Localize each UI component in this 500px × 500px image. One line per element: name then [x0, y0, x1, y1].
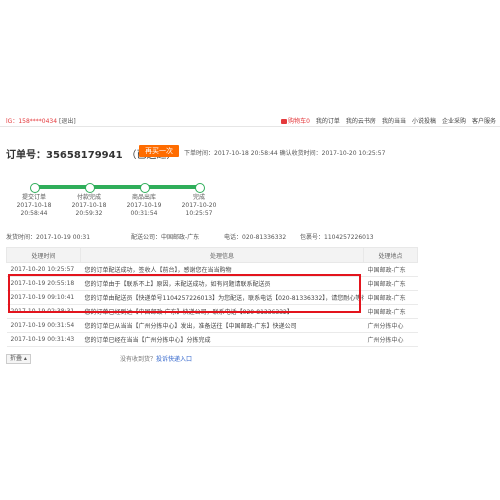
- progress-dot: [85, 183, 95, 193]
- step-time: 10:25:57: [185, 210, 213, 217]
- step-time: 20:58:44: [20, 210, 48, 217]
- row-place: 中国邮政-广东: [363, 262, 418, 277]
- step-date: 2017-10-18: [71, 202, 107, 209]
- confirm-time: 确认收货时间：2017-10-20 10:25:57: [279, 150, 386, 157]
- top-bar: lG：158****0434 [退出] 购物车0 我的订单 我的云书房 我的当当 …: [0, 112, 500, 127]
- top-nav: 购物车0 我的订单 我的云书房 我的当当 小说投稿 企业采购 客户服务: [281, 116, 496, 125]
- step-label: 完成: [192, 194, 205, 201]
- nav-enterprise[interactable]: 企业采购: [442, 116, 466, 125]
- complaint-link[interactable]: 投诉快递入口: [156, 356, 192, 363]
- col-time: 处理时间: [6, 247, 81, 263]
- ship-time: 发货时间：2017-10-19 00:31: [6, 234, 91, 241]
- cart-icon: [281, 119, 288, 124]
- progress-dot: [30, 183, 40, 193]
- col-info: 处理信息: [80, 247, 364, 263]
- complaint-area: 没有收到货？投诉快递入口: [120, 354, 192, 363]
- progress-step: 付款完成 2017-10-18 20:59:32: [69, 194, 109, 218]
- progress-step: 商品出库 2017-10-19 00:31:54: [124, 194, 164, 218]
- step-date: 2017-10-18: [16, 202, 52, 209]
- cart-link[interactable]: 购物车0: [281, 116, 310, 125]
- step-time: 20:59:32: [75, 210, 103, 217]
- row-place: 中国邮政-广东: [363, 304, 418, 319]
- table-header: 处理时间 处理信息 处理地点: [6, 247, 418, 263]
- progress-step: 完成 2017-10-20 10:25:57: [179, 194, 219, 218]
- progress-dot: [140, 183, 150, 193]
- complaint-prefix: 没有收到货？: [120, 356, 157, 363]
- nav-customer-service[interactable]: 客户服务: [472, 116, 496, 125]
- step-label: 商品出库: [131, 194, 156, 201]
- user-info: lG：158****0434 [退出]: [6, 116, 76, 125]
- nav-cloud-study[interactable]: 我的云书房: [346, 116, 376, 125]
- collapse-button[interactable]: 折叠 ▴: [6, 354, 31, 364]
- col-place: 处理地点: [363, 247, 418, 263]
- row-time: 2017-10-19 00:31:54: [6, 318, 81, 333]
- footer: 折叠 ▴ 没有收到货？投诉快递入口: [6, 354, 406, 364]
- highlight-box: [8, 274, 361, 313]
- ship-company: 配送公司：中国邮政-广东: [131, 234, 200, 241]
- progress-bar: [34, 185, 204, 189]
- table-row: 2017-10-19 00:31:54 您的订单已从当当【广州分拣中心】发出，准…: [6, 318, 418, 333]
- row-place: 中国邮政-广东: [363, 290, 418, 305]
- order-header: 订单号：35658179941（已送达） 再买一次 下单时间：2017-10-1…: [6, 145, 494, 161]
- table-row: 2017-10-19 00:31:43 您的订单已经在当当【广州分拣中心】分拣完…: [6, 332, 418, 347]
- row-info: 您的订单已经在当当【广州分拣中心】分拣完成: [80, 332, 364, 347]
- step-label: 提交订单: [21, 194, 46, 201]
- order-number: 订单号：35658179941: [6, 150, 123, 161]
- order-time: 下单时间：2017-10-18 20:58:44: [184, 150, 278, 157]
- nav-my-dangdang[interactable]: 我的当当: [382, 116, 406, 125]
- step-date: 2017-10-20: [181, 202, 217, 209]
- ship-phone: 电话：020-81336332: [224, 234, 287, 241]
- progress-step: 提交订单 2017-10-18 20:58:44: [14, 194, 54, 218]
- step-date: 2017-10-19: [126, 202, 162, 209]
- row-time: 2017-10-19 00:31:43: [6, 332, 81, 347]
- progress-dot: [195, 183, 205, 193]
- user-name: lG：158****0434: [6, 118, 58, 125]
- nav-novel-submit[interactable]: 小说投稿: [412, 116, 436, 125]
- package-number: 包裹号：1104257226013: [300, 234, 374, 241]
- shipping-info: 发货时间：2017-10-19 00:31 配送公司：中国邮政-广东 电话：02…: [6, 232, 494, 241]
- cart-label: 购物车0: [288, 118, 310, 125]
- buy-again-button[interactable]: 再买一次: [139, 145, 179, 157]
- step-time: 00:31:54: [130, 210, 158, 217]
- order-times: 下单时间：2017-10-18 20:58:44 确认收货时间：2017-10-…: [184, 148, 385, 157]
- row-info: 您的订单已从当当【广州分拣中心】发出，准备送往【中国邮政-广东】快递公司: [80, 318, 364, 333]
- logout-link[interactable]: [退出]: [59, 118, 76, 125]
- order-progress: 提交订单 2017-10-18 20:58:44 付款完成 2017-10-18…: [17, 183, 220, 223]
- row-place: 中国邮政-广东: [363, 276, 418, 291]
- step-label: 付款完成: [76, 194, 101, 201]
- row-place: 广州分拣中心: [363, 318, 418, 333]
- row-place: 广州分拣中心: [363, 332, 418, 347]
- nav-my-orders[interactable]: 我的订单: [316, 116, 340, 125]
